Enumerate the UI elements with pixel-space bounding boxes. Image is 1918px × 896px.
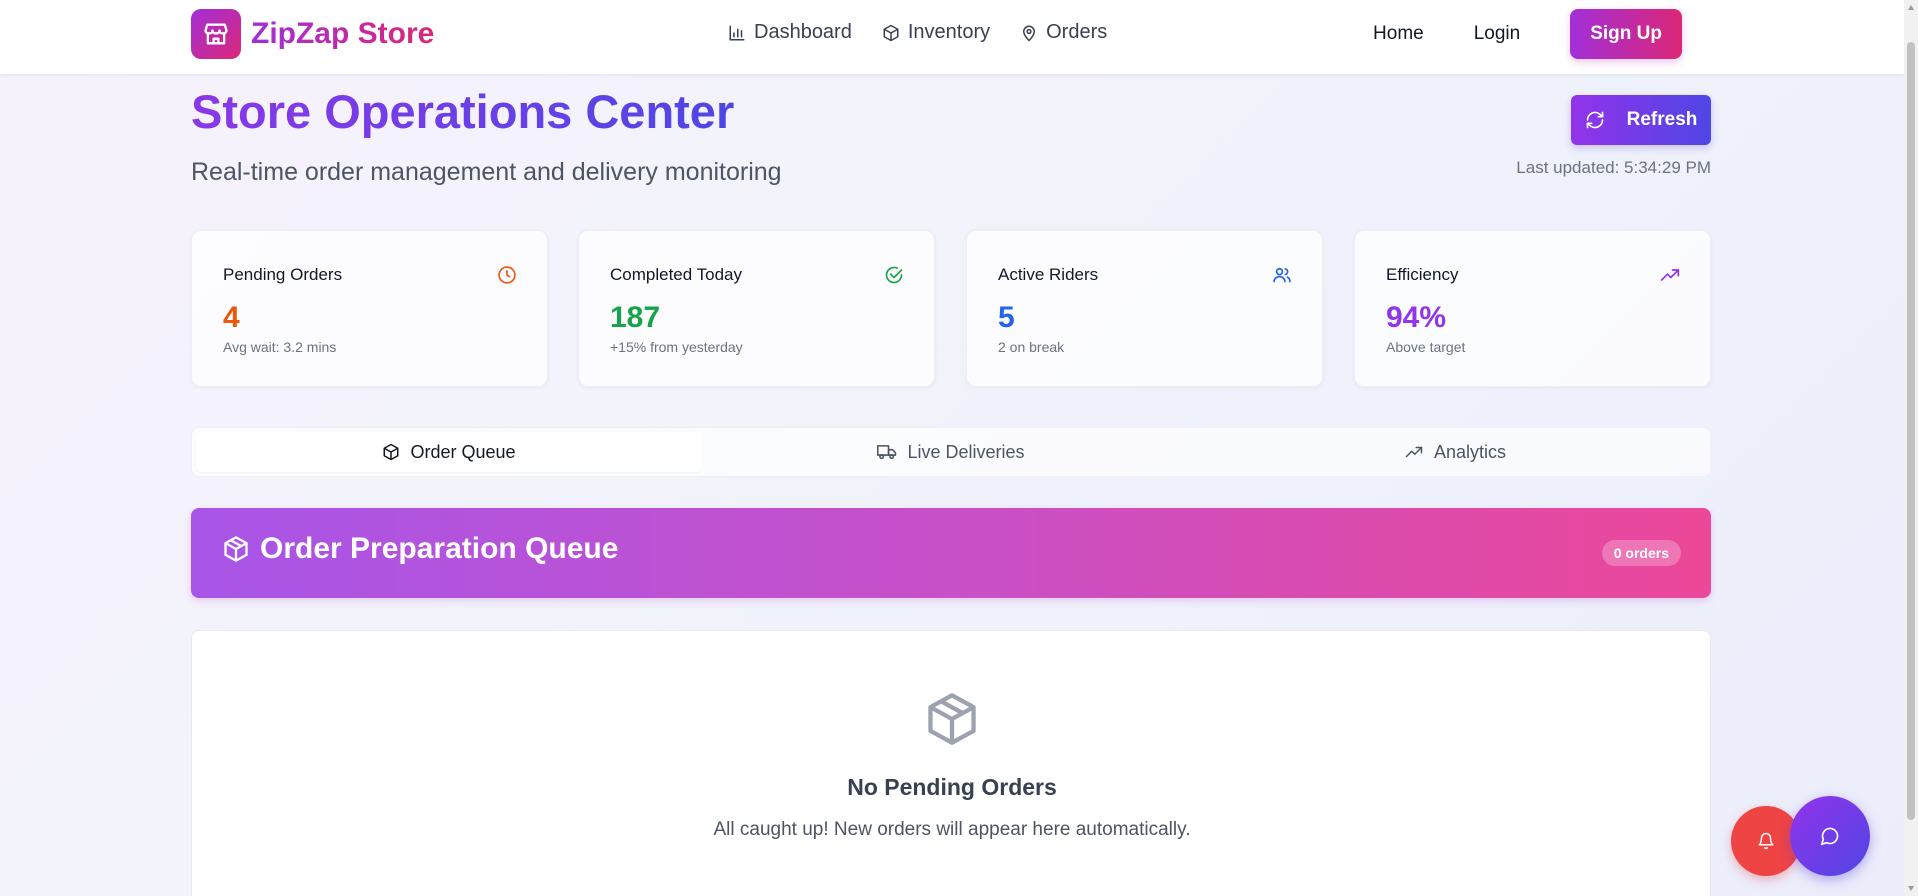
stat-label: Pending Orders [223,265,343,284]
orders-count-badge: 0 orders [1601,540,1681,566]
stat-card-completed: Completed Today 187 +15% from yesterday [578,230,935,387]
tab-analytics[interactable]: Analytics [1202,432,1708,472]
stat-card-pending: Pending Orders 4 Avg wait: 3.2 mins [191,230,548,387]
signup-button[interactable]: Sign Up [1570,9,1682,59]
page-title: Store Operations Center [191,85,735,138]
users-icon [1273,267,1291,283]
tab-label: Analytics [1433,441,1507,462]
package-icon [224,536,248,562]
empty-text: All caught up! New orders will appear he… [713,819,1191,840]
chat-bubble-icon [1820,827,1839,846]
nav-inventory[interactable]: Inventory [882,21,990,44]
stat-label: Completed Today [610,265,742,284]
package-icon [883,24,899,41]
view-tabs: Order Queue Live Deliveries Analytics [191,427,1711,477]
stat-value: 187 [610,301,661,334]
stats-row: Pending Orders 4 Avg wait: 3.2 mins Comp… [191,230,1711,387]
package-icon [383,443,399,461]
nav-dashboard[interactable]: Dashboard [728,21,852,44]
refresh-button[interactable]: Refresh [1571,95,1711,145]
stat-card-riders: Active Riders 5 2 on break [966,230,1323,387]
brand[interactable]: ZipZap Store [191,9,434,59]
main-nav: Dashboard Inventory Orders [728,21,1137,44]
bar-chart-icon [729,25,745,40]
queue-empty-state: No Pending Orders All caught up! New ord… [191,630,1711,896]
store-icon [191,9,241,59]
home-link[interactable]: Home [1373,23,1424,45]
chat-button[interactable] [1790,796,1870,876]
stat-value: 94% [1386,301,1447,334]
stat-value: 5 [998,301,1015,334]
tab-label: Order Queue [410,441,516,462]
stat-note: 2 on break [998,339,1065,355]
nav-dashboard-label: Dashboard [754,21,852,43]
page-subtitle: Real-time order management and delivery … [191,158,782,186]
nav-orders-label: Orders [1046,21,1108,43]
auth-nav: Home Login Sign Up [1373,9,1682,59]
page-scrollbar[interactable] [1904,0,1918,896]
scroll-down-arrow-icon[interactable] [1907,883,1915,893]
queue-header: Order Preparation Queue 0 orders [191,508,1711,598]
tab-label: Live Deliveries [907,441,1025,462]
stat-value: 4 [223,301,240,334]
queue-title: Order Preparation Queue [222,532,618,566]
trending-up-icon [1405,446,1423,458]
brand-name: ZipZap Store [251,17,435,50]
trending-up-icon [1660,269,1680,281]
stat-note: Avg wait: 3.2 mins [223,339,337,355]
clock-icon [498,266,516,284]
map-pin-icon [1023,25,1036,42]
truck-icon [877,445,897,460]
refresh-icon [1586,111,1603,129]
queue-title-text: Order Preparation Queue [260,532,619,565]
scrollbar-thumb[interactable] [1907,42,1915,820]
empty-title: No Pending Orders [847,774,1057,800]
nav-orders[interactable]: Orders [1020,21,1107,44]
check-circle-icon [885,266,903,284]
last-updated: Last updated: 5:34:29 PM [1516,158,1711,177]
login-link[interactable]: Login [1474,23,1521,45]
stat-label: Active Riders [998,265,1099,284]
stat-label: Efficiency [1386,265,1459,284]
top-navbar: ZipZap Store Dashboard Inventory Orders … [0,0,1904,74]
nav-inventory-label: Inventory [907,21,991,43]
package-icon [928,693,976,745]
tab-live-deliveries[interactable]: Live Deliveries [698,432,1204,472]
bell-icon [1758,832,1774,850]
tab-order-queue[interactable]: Order Queue [196,432,702,472]
stat-note: +15% from yesterday [610,339,743,355]
stat-card-efficiency: Efficiency 94% Above target [1354,230,1711,387]
scroll-up-arrow-icon[interactable] [1907,3,1915,13]
stat-note: Above target [1386,339,1466,355]
refresh-label: Refresh [1626,109,1698,130]
